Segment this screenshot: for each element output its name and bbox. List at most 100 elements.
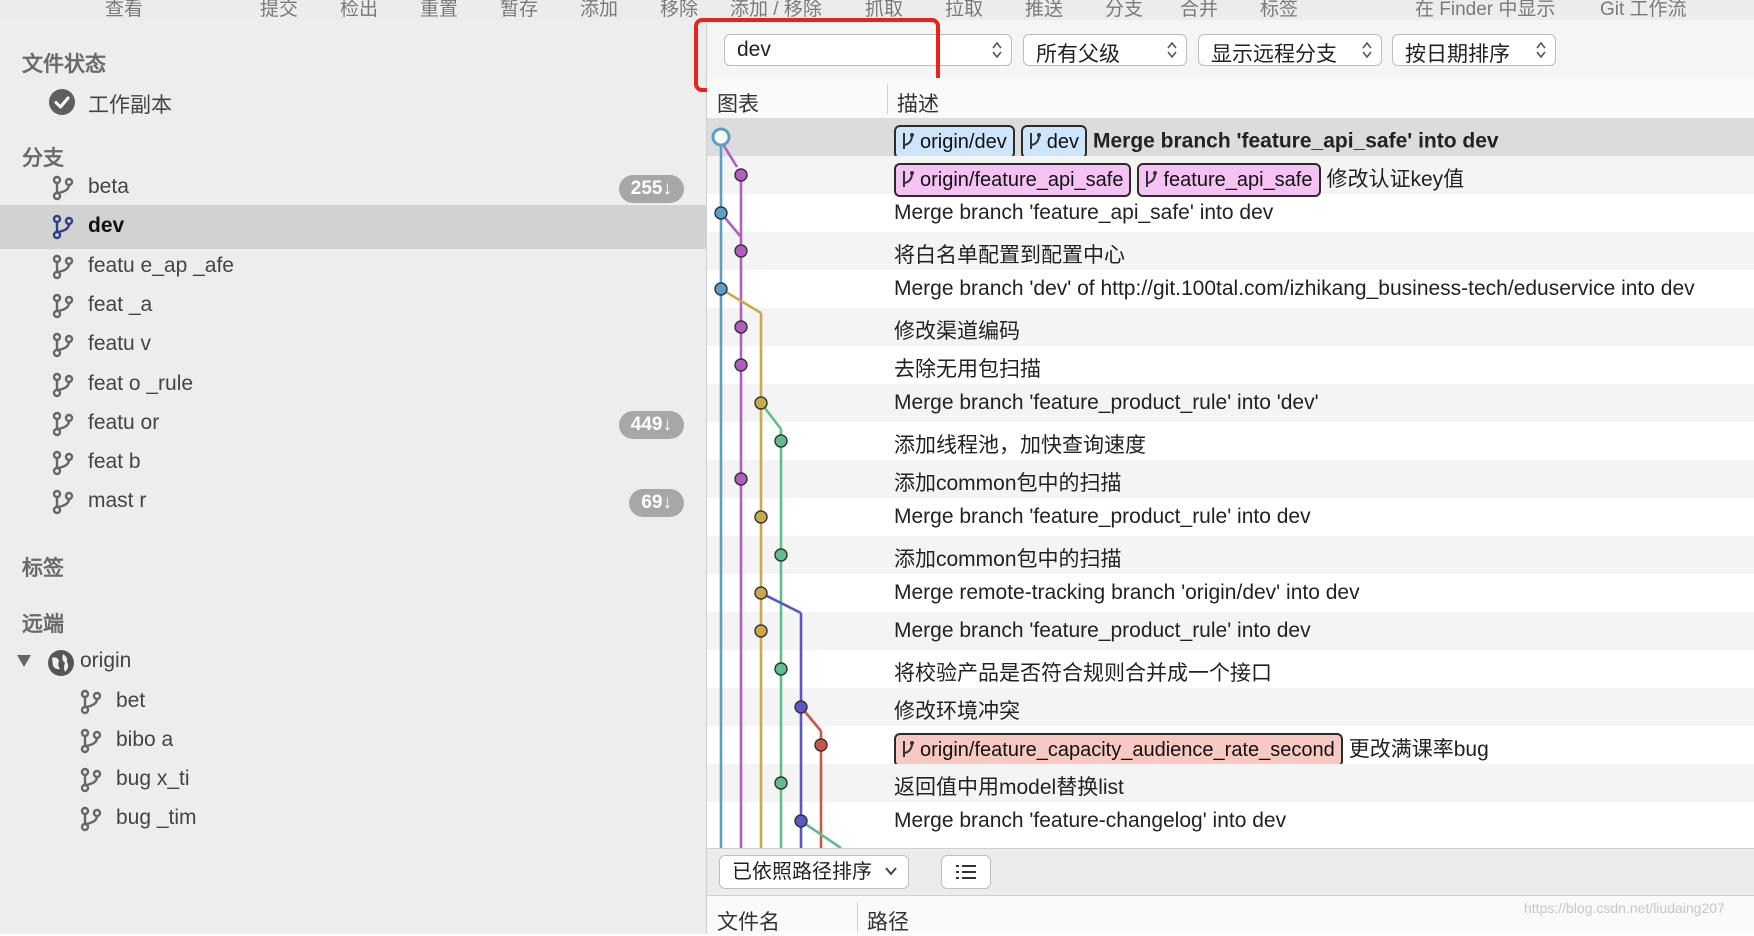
branch-icon <box>80 728 102 754</box>
sidebar-item-branch[interactable]: feat b <box>0 441 706 485</box>
commit-node[interactable] <box>714 282 728 296</box>
column-divider[interactable] <box>857 902 858 932</box>
toolbar-item[interactable]: 查看 <box>105 0 143 20</box>
sidebar-item-branch[interactable]: featu v <box>0 323 706 367</box>
sidebar-item-remote-branch[interactable]: bibo a <box>0 719 706 763</box>
commit-node[interactable] <box>734 320 748 334</box>
commit-node[interactable] <box>774 662 788 676</box>
file-status-title: 文件状态 <box>22 53 106 76</box>
commit-description: origin/feature_api_safe feature_api_safe 修… <box>894 163 1464 198</box>
disclosure-triangle-icon[interactable] <box>16 654 32 668</box>
commit-node[interactable] <box>734 244 748 258</box>
commit-description: 去除无用包扫描 <box>894 353 1041 383</box>
sidebar-item-remote-branch[interactable]: bug _tim <box>0 797 706 841</box>
sidebar-item-branch[interactable]: featu e_ap _afe <box>0 245 706 289</box>
toolbar-item[interactable]: 移除 <box>660 0 698 20</box>
column-divider[interactable] <box>887 84 888 114</box>
parents-select[interactable]: 所有父级 <box>1023 34 1187 66</box>
sidebar-item-branch[interactable]: mast r 69↓ <box>0 480 706 524</box>
branch-ref-tag[interactable]: origin/dev <box>894 125 1015 159</box>
toolbar-item[interactable]: 暂存 <box>500 0 538 20</box>
toolbar-item[interactable]: 推送 <box>1025 0 1063 20</box>
sidebar-item-branch[interactable]: feat _a <box>0 284 706 328</box>
commit-node[interactable] <box>754 624 768 638</box>
updown-chevron-icon <box>1536 41 1546 59</box>
sort-by-path-button[interactable]: 已依照路径排序 <box>719 855 909 889</box>
branch-ref-tag[interactable]: origin/feature_api_safe <box>894 163 1132 198</box>
commit-description: Merge branch 'feature-changelog' into de… <box>894 809 1286 833</box>
commit-node[interactable] <box>711 127 731 147</box>
commit-description: origin/feature_capacity_audience_rate_se… <box>894 733 1489 768</box>
commit-node[interactable] <box>794 814 808 828</box>
updown-chevron-icon <box>992 41 1002 59</box>
sidebar-item-branch[interactable]: beta 255↓ <box>0 166 706 210</box>
commit-node[interactable] <box>774 434 788 448</box>
description-column-header[interactable]: 描述 <box>897 88 939 118</box>
toolbar-item[interactable]: 添加 <box>580 0 618 20</box>
toolbar-item[interactable]: 检出 <box>340 0 378 20</box>
globe-icon <box>48 650 74 676</box>
toolbar-item[interactable]: 分支 <box>1105 0 1143 20</box>
commit-node[interactable] <box>754 586 768 600</box>
sidebar-item-remote-branch[interactable]: bet <box>0 680 706 724</box>
branch-ref-label: origin/feature_capacity_audience_rate_se… <box>920 739 1335 762</box>
commit-description: Merge branch 'feature_api_safe' into dev <box>894 201 1273 225</box>
commit-graph <box>711 127 842 848</box>
sidebar-item-branch[interactable]: featu or 449↓ <box>0 402 706 446</box>
branch-icon <box>903 133 914 149</box>
order-select-value: 按日期排序 <box>1405 43 1510 66</box>
toolbar-item[interactable]: 重置 <box>420 0 458 20</box>
toolbar-item[interactable]: 提交 <box>260 0 298 20</box>
path-column-header[interactable]: 路径 <box>867 906 909 936</box>
branch-ref-label: origin/feature_api_safe <box>920 169 1124 192</box>
commit-node[interactable] <box>814 738 828 752</box>
order-select[interactable]: 按日期排序 <box>1392 34 1556 66</box>
branch-ref-label: feature_api_safe <box>1163 169 1313 192</box>
working-copy-label: 工作副本 <box>88 94 172 117</box>
branch-icon <box>52 215 74 240</box>
chevron-down-icon <box>885 867 897 876</box>
sidebar-item-working-copy[interactable]: 工作副本 <box>0 80 706 124</box>
branch-label: dev <box>88 214 125 238</box>
sidebar-item-branch[interactable]: feat o _rule <box>0 363 706 407</box>
commit-node[interactable] <box>754 396 768 410</box>
branch-icon <box>1029 133 1041 149</box>
commit-column-header: 图表 描述 <box>707 78 1754 119</box>
remote-branches-select[interactable]: 显示远程分支 <box>1198 34 1382 66</box>
branch-ref-tag[interactable]: origin/feature_capacity_audience_rate_se… <box>894 733 1343 768</box>
sidebar-item-branch[interactable]: dev <box>0 205 706 250</box>
commit-node[interactable] <box>754 510 768 524</box>
commit-node[interactable] <box>774 776 788 790</box>
commit-node[interactable] <box>794 700 808 714</box>
branch-ref-tag[interactable]: dev <box>1020 125 1087 159</box>
toolbar-item[interactable]: 合并 <box>1180 0 1218 20</box>
commit-node[interactable] <box>734 472 748 486</box>
sidebar-item-remote-origin[interactable]: origin <box>0 640 706 684</box>
toolbar-item[interactable]: 标签 <box>1260 0 1298 20</box>
branch-label: mast r <box>88 489 147 513</box>
parents-select-value: 所有父级 <box>1036 43 1120 66</box>
toolbar-item[interactable]: 拉取 <box>945 0 983 20</box>
commit-node[interactable] <box>734 358 748 372</box>
commit-node[interactable] <box>714 206 728 220</box>
toolbar-item[interactable]: 在 Finder 中显示 <box>1415 0 1555 20</box>
commit-message: Merge branch 'feature_api_safe' into dev <box>894 201 1274 224</box>
toolbar-item[interactable]: 添加 / 移除 <box>730 0 822 20</box>
commit-message: 添加线程池，加快查询速度 <box>894 434 1146 457</box>
commit-node[interactable] <box>734 168 748 182</box>
branch-label: feat b <box>88 450 141 474</box>
branch-icon <box>52 175 74 201</box>
commit-node[interactable] <box>774 548 788 562</box>
branch-icon <box>52 411 74 436</box>
filename-column-header[interactable]: 文件名 <box>717 906 780 936</box>
commit-description: Merge remote-tracking branch 'origin/dev… <box>894 581 1360 605</box>
sidebar-item-remote-branch[interactable]: bug x_ti <box>0 758 706 802</box>
commit-message: 添加common包中的扫描 <box>894 472 1122 495</box>
toolbar-item[interactable]: 抓取 <box>865 0 903 20</box>
commit-message: 去除无用包扫描 <box>894 358 1041 381</box>
branch-ref-tag[interactable]: feature_api_safe <box>1137 163 1321 198</box>
graph-column-header[interactable]: 图表 <box>717 88 759 118</box>
commit-message: 返回值中用model替换list <box>894 776 1124 799</box>
toolbar-item[interactable]: Git 工作流 <box>1600 0 1687 20</box>
list-view-button[interactable] <box>941 855 991 889</box>
